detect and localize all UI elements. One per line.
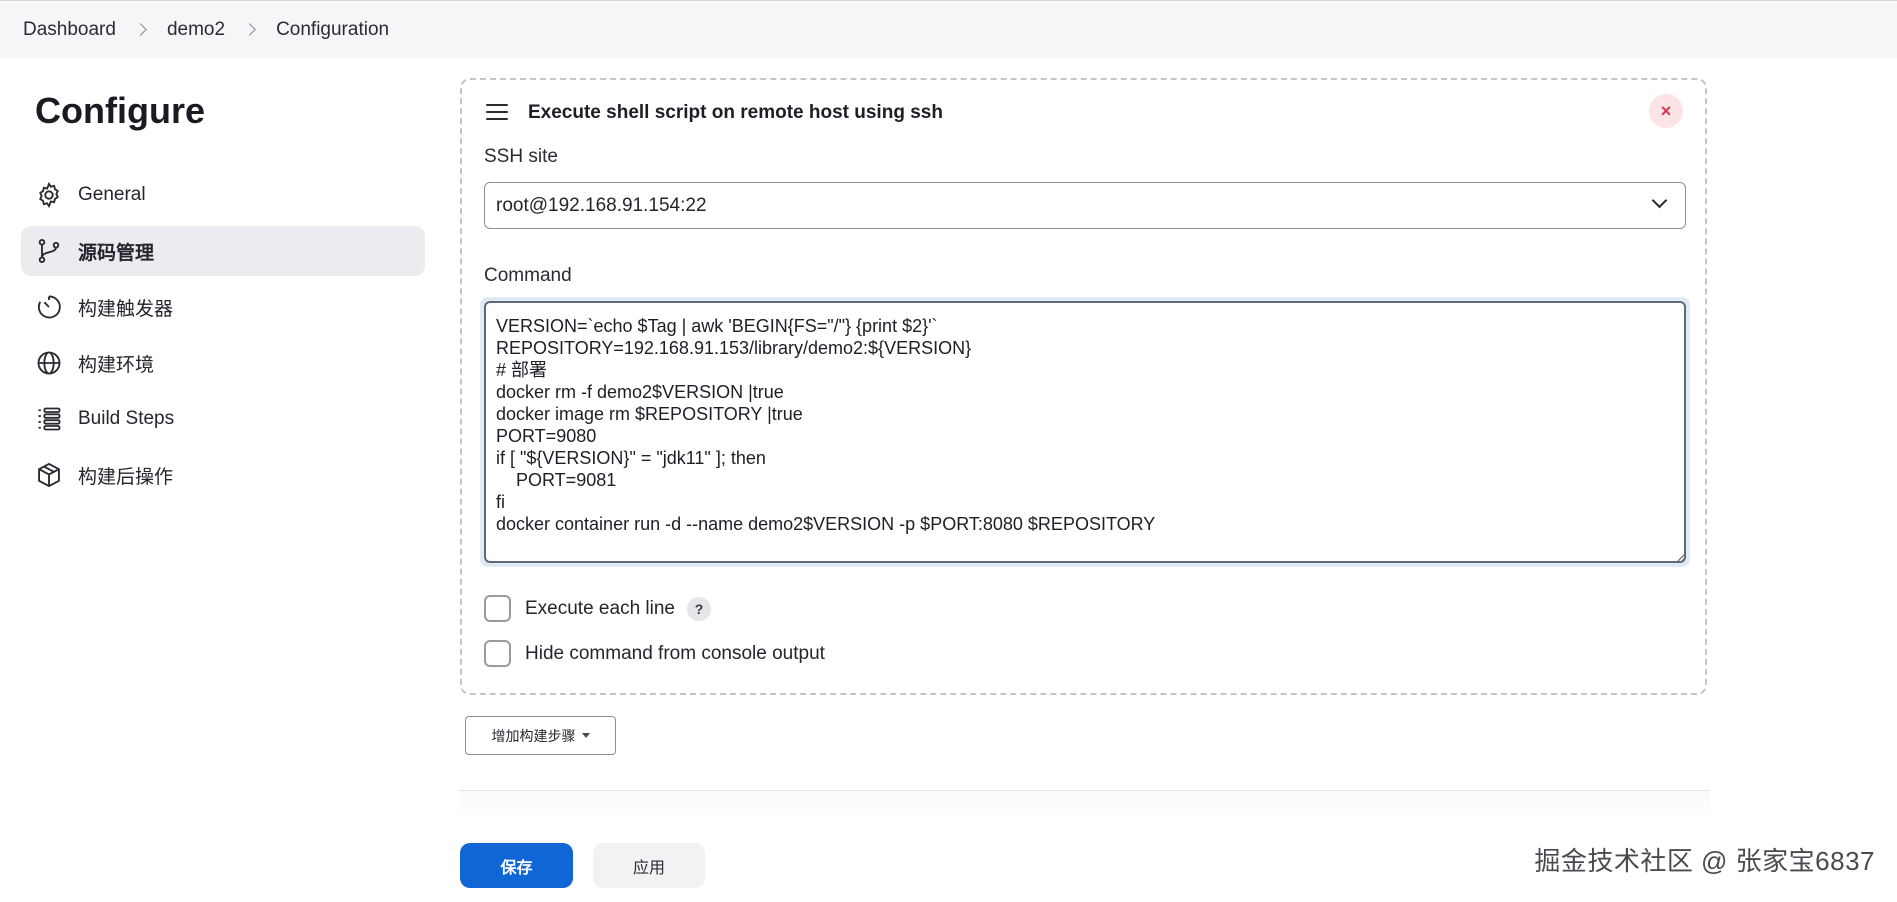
breadcrumb-demo2[interactable]: demo2 xyxy=(167,19,225,41)
apply-button[interactable]: 应用 xyxy=(593,843,705,888)
drag-handle-icon[interactable] xyxy=(486,104,508,122)
page-title: Configure xyxy=(35,90,205,131)
sidebar-item-post-build[interactable]: 构建后操作 xyxy=(21,450,425,500)
sidebar-item-build-environment[interactable]: 构建环境 xyxy=(21,338,425,388)
execute-each-line-label: Execute each line xyxy=(525,597,675,619)
ssh-site-value: root@192.168.91.154:22 xyxy=(496,194,707,216)
sidebar-item-label: Build Steps xyxy=(78,408,175,429)
breadcrumb: Dashboard demo2 Configuration xyxy=(0,0,1897,58)
command-textarea[interactable]: VERSION=`echo $Tag | awk 'BEGIN{FS="/"} … xyxy=(484,301,1686,563)
hide-command-label: Hide command from console output xyxy=(525,642,825,664)
sidebar: General 源码管理 构建触发器 构建环境 Build Steps 构建后操… xyxy=(21,170,425,506)
command-label: Command xyxy=(484,265,572,286)
cube-icon xyxy=(35,461,63,489)
chevron-down-icon xyxy=(1651,192,1668,209)
add-build-step-button[interactable]: 增加构建步骤 xyxy=(465,716,616,755)
sidebar-item-label: General xyxy=(78,184,146,205)
execute-each-line-row: Execute each line ? xyxy=(484,595,711,622)
hide-command-checkbox[interactable] xyxy=(484,640,511,667)
section-divider xyxy=(460,790,1710,822)
sidebar-item-label: 构建环境 xyxy=(78,354,155,376)
sidebar-item-source-management[interactable]: 源码管理 xyxy=(21,226,425,276)
caret-down-icon xyxy=(581,733,590,738)
globe-icon xyxy=(35,349,63,377)
close-step-button[interactable]: × xyxy=(1649,94,1683,128)
save-button[interactable]: 保存 xyxy=(460,843,573,888)
step-title: Execute shell script on remote host usin… xyxy=(528,102,943,123)
ssh-site-select[interactable]: root@192.168.91.154:22 xyxy=(484,182,1686,229)
sidebar-item-build-steps[interactable]: Build Steps xyxy=(21,394,425,444)
hide-command-row: Hide command from console output xyxy=(484,640,825,667)
build-step-card: Execute shell script on remote host usin… xyxy=(460,78,1707,695)
watermark: 掘金技术社区 @ 张家宝6837 xyxy=(1534,846,1875,876)
breadcrumb-configuration[interactable]: Configuration xyxy=(276,19,389,41)
sidebar-item-build-triggers[interactable]: 构建触发器 xyxy=(21,282,425,332)
execute-each-line-checkbox[interactable] xyxy=(484,595,511,622)
sidebar-item-label: 源码管理 xyxy=(78,242,155,264)
help-icon[interactable]: ? xyxy=(687,596,711,621)
breadcrumb-dashboard[interactable]: Dashboard xyxy=(23,19,116,41)
chevron-right-icon xyxy=(134,23,147,36)
command-focus-ring: VERSION=`echo $Tag | awk 'BEGIN{FS="/"} … xyxy=(480,297,1690,567)
sidebar-item-general[interactable]: General xyxy=(21,170,425,220)
sidebar-item-label: 构建触发器 xyxy=(78,298,174,320)
branch-icon xyxy=(35,237,63,265)
chevron-right-icon xyxy=(243,23,256,36)
list-icon xyxy=(35,405,63,433)
add-build-step-label: 增加构建步骤 xyxy=(491,727,576,744)
clock-icon xyxy=(35,293,63,321)
gear-icon xyxy=(35,181,63,209)
sidebar-item-label: 构建后操作 xyxy=(78,466,174,488)
ssh-site-label: SSH site xyxy=(484,146,558,167)
resize-grip-icon[interactable] xyxy=(1674,551,1686,563)
